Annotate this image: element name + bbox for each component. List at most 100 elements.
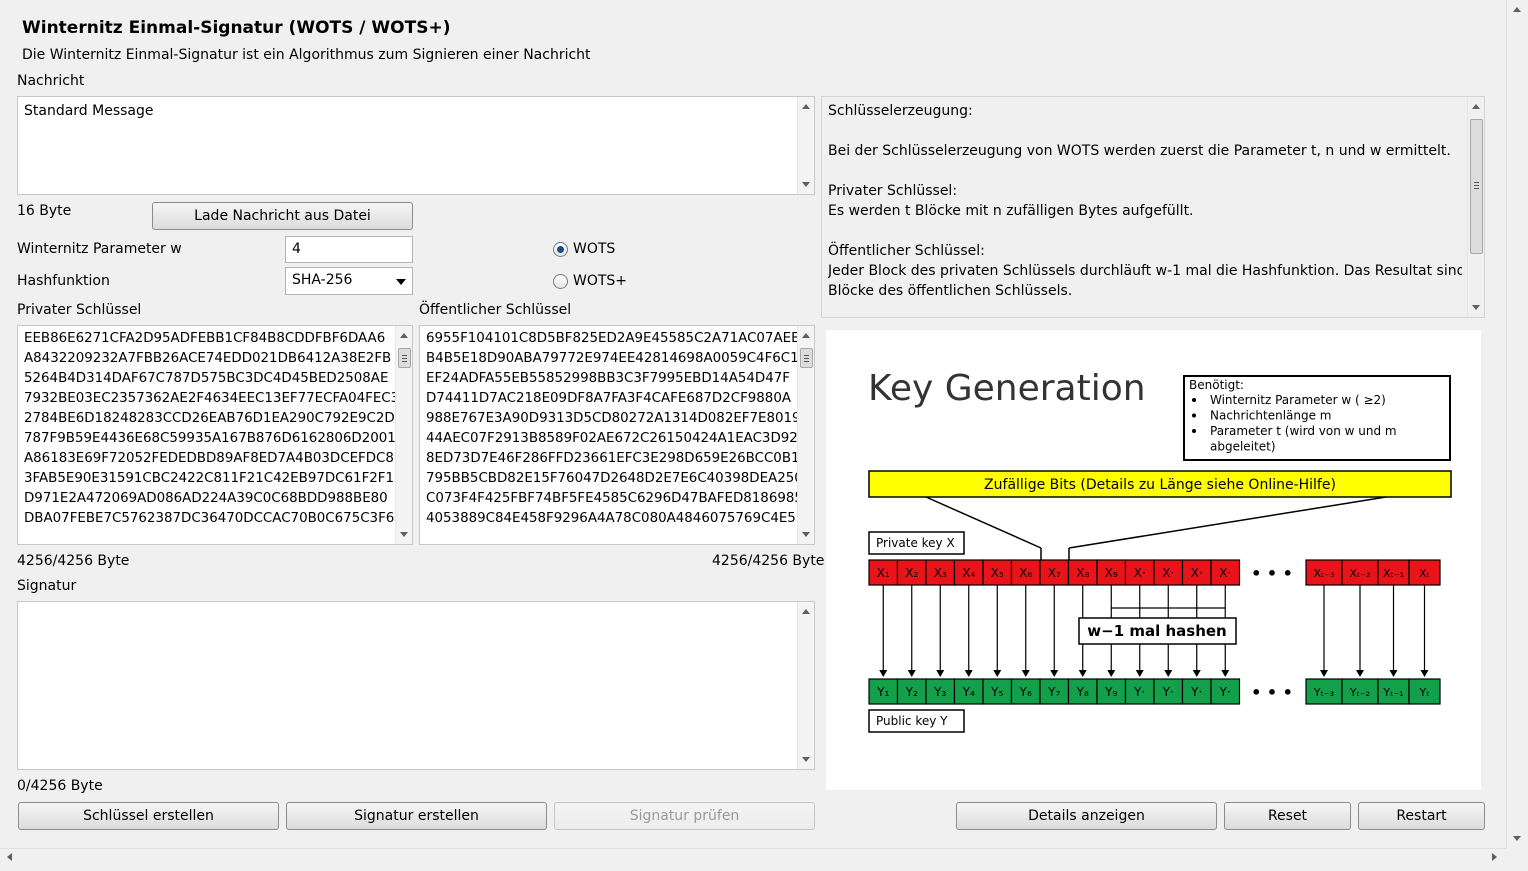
verify-signature-button[interactable]: Signatur prüfen (554, 802, 815, 830)
private-key-block-label: X₃ (934, 566, 947, 580)
public-key-block-label: Y· (1133, 685, 1145, 699)
info-text: Schlüsselerzeugung: Bei der Schlüsselerz… (828, 101, 1462, 301)
arrow-head-icon (1164, 670, 1173, 677)
message-textarea[interactable]: Standard Message (17, 96, 815, 195)
private-key-block-label: X· (1191, 566, 1203, 580)
load-message-button[interactable]: Lade Nachricht aus Datei (152, 202, 413, 230)
wotsplus-radio[interactable] (553, 274, 568, 289)
private-key-line: A86183E69F72052FEDEDBD89AF8ED7A4B03DCEFD… (24, 451, 394, 466)
create-keys-button[interactable]: Schlüssel erstellen (18, 802, 279, 830)
arrow-head-icon (993, 670, 1002, 677)
public-key-tail-block-label: Yₜ₋₂ (1349, 686, 1370, 699)
info-scrollbar[interactable] (1467, 97, 1484, 317)
public-key-line: D74411D7AC218E09DF8A7FA3F4CAFE687D2CF988… (426, 391, 792, 406)
public-key-line: C073F4F425FBF74BF5FE4585C6296D47BAFED818… (426, 491, 797, 506)
create-signature-button[interactable]: Signatur erstellen (286, 802, 547, 830)
private-key-block-label: X₇ (1048, 566, 1061, 580)
window-horizontal-scrollbar[interactable] (0, 848, 1506, 865)
scroll-up-icon[interactable] (802, 104, 810, 109)
page-title: Winternitz Einmal-Signatur (WOTS / WOTS+… (22, 18, 451, 38)
public-key-block-label: Y₄ (962, 685, 975, 699)
hash-select[interactable]: SHA-256 (285, 267, 413, 295)
private-key-line: 787F9B59E4436E68C59935A167B876D6162806D2… (24, 431, 395, 446)
restart-button[interactable]: Restart (1358, 802, 1485, 830)
info-line: Schlüsselerzeugung: (828, 103, 973, 119)
arrow-head-icon (907, 670, 916, 677)
scroll-up-icon[interactable] (802, 609, 810, 614)
public-key-block-label: Y₉ (1104, 685, 1117, 699)
public-key-block-label: Y₈ (1076, 685, 1089, 699)
private-key-label: Privater Schlüssel (17, 302, 142, 318)
info-line: Bei der Schlüsselerzeugung von WOTS werd… (828, 143, 1451, 159)
private-key-textarea[interactable]: EEB86E6271CFA2D95ADFEBB1CF84B8CDDFBF6DAA… (17, 325, 413, 545)
scroll-down-icon[interactable] (802, 757, 810, 762)
public-key-textarea[interactable]: 6955F104101C8D5BF825ED2A9E45585C2A71AC07… (419, 325, 815, 545)
wots-radio[interactable] (553, 242, 568, 257)
details-button[interactable]: Details anzeigen (956, 802, 1217, 830)
arrow-head-icon (1192, 670, 1201, 677)
message-scrollbar[interactable] (797, 97, 814, 194)
private-key-scrollbar[interactable] (395, 326, 412, 544)
scroll-up-icon[interactable] (1472, 104, 1480, 109)
signature-scrollbar[interactable] (797, 602, 814, 769)
wots-radio-label[interactable]: WOTS (573, 241, 615, 257)
hash-label-text: w−1 mal hashen (1087, 622, 1226, 640)
public-key-scrollbar[interactable] (797, 326, 814, 544)
private-key-line: DBA07FEBE7C5762387DC36470DCCAC70B0C675C3… (24, 511, 395, 526)
public-key-label: Öffentlicher Schlüssel (419, 302, 572, 318)
scroll-down-icon[interactable] (400, 532, 408, 537)
public-key-block-label: Y· (1219, 685, 1231, 699)
signature-size: 0/4256 Byte (17, 778, 103, 794)
private-key-blocks: X₁ X₂ X₃ X₄ X₅ X₆ X₇ X₈ X₉ X· X· X· X· Xₜ₋₃ Xₜ₋₂ Xₜ₋₁ Xₜ (868, 559, 1441, 586)
needed-item: abgeleitet) (1210, 440, 1276, 454)
info-line: Jeder Block des privaten Schlüssels durc… (828, 263, 1462, 279)
scroll-up-icon[interactable] (802, 333, 810, 338)
info-line: Blöcke des öffentlichen Schlüssels. (828, 283, 1073, 299)
scroll-thumb[interactable] (398, 348, 411, 368)
public-key-line: 795BB5CBD82E15F76047D2648D2E7E6C40398DEA… (426, 471, 797, 486)
info-line (828, 121, 1462, 141)
needed-item: Nachrichtenlänge m (1210, 409, 1332, 423)
key-generation-svg: Key Generation Benötigt: Winternitz Para… (868, 368, 1452, 733)
arrow-head-icon (1107, 670, 1116, 677)
w-param-input[interactable]: 4 (285, 236, 413, 263)
private-key-block-label: X· (1219, 566, 1231, 580)
signature-textarea[interactable] (17, 601, 815, 770)
private-key-line: 5264B4D314DAF67C787D575BC3DC4D45BED2508A… (24, 371, 389, 386)
public-key-block-label: Y· (1162, 685, 1174, 699)
public-key-line: 44AEC07F2913B8589F02AE672C26150424A1EAC3… (426, 431, 797, 446)
scroll-thumb[interactable] (800, 348, 813, 368)
public-key-block-label: Y₂ (905, 685, 918, 699)
scroll-down-icon[interactable] (802, 182, 810, 187)
arrow-head-icon (964, 670, 973, 677)
scroll-down-icon[interactable] (1513, 836, 1521, 841)
arrow-head-icon (1389, 670, 1398, 677)
page-description: Die Winternitz Einmal-Signatur ist ein A… (22, 47, 591, 63)
private-key-tail-block-label: Xₜ₋₂ (1350, 567, 1371, 580)
scroll-down-icon[interactable] (802, 532, 810, 537)
window-vertical-scrollbar[interactable] (1506, 0, 1526, 848)
public-key-line: 8ED73D7E46F286FFD23661EFC3E298D659E26BCC… (426, 451, 797, 466)
info-line: Privater Schlüssel: (828, 183, 958, 199)
scroll-left-icon[interactable] (7, 853, 12, 861)
public-key-line: 988E767E3A90D9313D5CD80272A1314D082EF7E8… (426, 411, 797, 426)
private-key-block-label: X· (1162, 566, 1174, 580)
public-key-line: 4053889C84E458F9296A4A78C080A4846075769C… (426, 511, 797, 526)
arrow-head-icon (1021, 670, 1030, 677)
w-param-label: Winternitz Parameter w (17, 241, 182, 257)
arrow-head-icon (936, 670, 945, 677)
public-key-tail-block-label: Yₜ (1419, 686, 1430, 699)
scroll-right-icon[interactable] (1492, 853, 1497, 861)
info-panel[interactable]: Schlüsselerzeugung: Bei der Schlüsselerz… (821, 96, 1485, 318)
scroll-up-icon[interactable] (1513, 7, 1521, 12)
private-key-block-label: X₆ (1019, 566, 1032, 580)
info-line: Es werden t Blöcke mit n zufälligen Byte… (828, 203, 1194, 219)
reset-button[interactable]: Reset (1224, 802, 1351, 830)
private-key-tail-block-label: Xₜ₋₃ (1314, 567, 1335, 580)
chevron-down-icon (396, 279, 406, 285)
scroll-thumb[interactable] (1470, 119, 1483, 254)
scroll-up-icon[interactable] (400, 333, 408, 338)
needed-title: Benötigt: (1189, 378, 1244, 392)
wotsplus-radio-label[interactable]: WOTS+ (573, 273, 627, 289)
scroll-down-icon[interactable] (1472, 305, 1480, 310)
